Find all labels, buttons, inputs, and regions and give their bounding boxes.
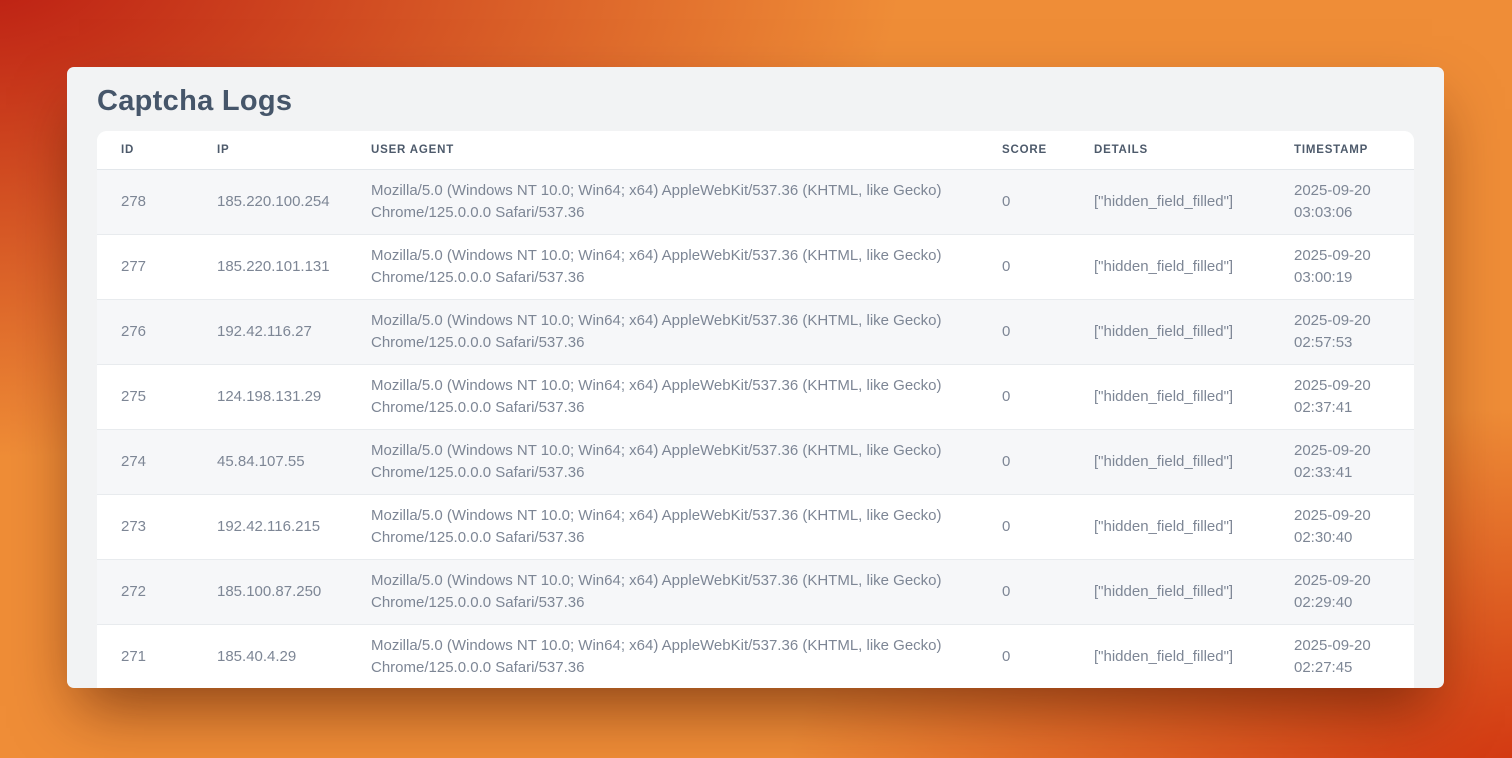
cell-score: 0 — [978, 494, 1070, 559]
table-row: 274 45.84.107.55 Mozilla/5.0 (Windows NT… — [97, 429, 1414, 494]
column-header-user-agent: USER AGENT — [347, 131, 978, 169]
column-header-details: DETAILS — [1070, 131, 1270, 169]
cell-id: 271 — [97, 624, 193, 688]
cell-timestamp: 2025-09-20 02:37:41 — [1270, 364, 1414, 429]
cell-ip: 185.220.100.254 — [193, 169, 347, 234]
cell-timestamp: 2025-09-20 03:00:19 — [1270, 234, 1414, 299]
desktop-background: { "page_title": "Captcha Logs", "colors"… — [0, 0, 1512, 758]
cell-user-agent: Mozilla/5.0 (Windows NT 10.0; Win64; x64… — [347, 559, 978, 624]
table-header: ID IP USER AGENT SCORE DETAILS TIMESTAMP — [97, 131, 1414, 169]
cell-user-agent: Mozilla/5.0 (Windows NT 10.0; Win64; x64… — [347, 299, 978, 364]
table-row: 278 185.220.100.254 Mozilla/5.0 (Windows… — [97, 169, 1414, 234]
table-header-row: ID IP USER AGENT SCORE DETAILS TIMESTAMP — [97, 131, 1414, 169]
table-row: 273 192.42.116.215 Mozilla/5.0 (Windows … — [97, 494, 1414, 559]
cell-id: 276 — [97, 299, 193, 364]
table-body: 278 185.220.100.254 Mozilla/5.0 (Windows… — [97, 169, 1414, 688]
page-title: Captcha Logs — [97, 81, 1414, 121]
cell-details: ["hidden_field_filled"] — [1070, 559, 1270, 624]
cell-ip: 192.42.116.27 — [193, 299, 347, 364]
cell-score: 0 — [978, 364, 1070, 429]
cell-user-agent: Mozilla/5.0 (Windows NT 10.0; Win64; x64… — [347, 429, 978, 494]
column-header-timestamp: TIMESTAMP — [1270, 131, 1414, 169]
table-row: 276 192.42.116.27 Mozilla/5.0 (Windows N… — [97, 299, 1414, 364]
cell-details: ["hidden_field_filled"] — [1070, 494, 1270, 559]
table-row: 277 185.220.101.131 Mozilla/5.0 (Windows… — [97, 234, 1414, 299]
cell-score: 0 — [978, 234, 1070, 299]
cell-timestamp: 2025-09-20 03:03:06 — [1270, 169, 1414, 234]
cell-score: 0 — [978, 299, 1070, 364]
cell-timestamp: 2025-09-20 02:27:45 — [1270, 624, 1414, 688]
cell-id: 278 — [97, 169, 193, 234]
cell-timestamp: 2025-09-20 02:29:40 — [1270, 559, 1414, 624]
column-header-score: SCORE — [978, 131, 1070, 169]
cell-score: 0 — [978, 559, 1070, 624]
cell-score: 0 — [978, 624, 1070, 688]
captcha-logs-card: Captcha Logs ID IP USER AGENT SCORE DETA… — [67, 67, 1444, 688]
column-header-ip: IP — [193, 131, 347, 169]
cell-user-agent: Mozilla/5.0 (Windows NT 10.0; Win64; x64… — [347, 364, 978, 429]
cell-details: ["hidden_field_filled"] — [1070, 299, 1270, 364]
cell-ip: 192.42.116.215 — [193, 494, 347, 559]
cell-user-agent: Mozilla/5.0 (Windows NT 10.0; Win64; x64… — [347, 169, 978, 234]
cell-user-agent: Mozilla/5.0 (Windows NT 10.0; Win64; x64… — [347, 234, 978, 299]
table-row: 275 124.198.131.29 Mozilla/5.0 (Windows … — [97, 364, 1414, 429]
cell-id: 273 — [97, 494, 193, 559]
cell-id: 272 — [97, 559, 193, 624]
cell-ip: 185.40.4.29 — [193, 624, 347, 688]
cell-ip: 185.100.87.250 — [193, 559, 347, 624]
cell-score: 0 — [978, 169, 1070, 234]
cell-id: 277 — [97, 234, 193, 299]
table-row: 272 185.100.87.250 Mozilla/5.0 (Windows … — [97, 559, 1414, 624]
cell-timestamp: 2025-09-20 02:33:41 — [1270, 429, 1414, 494]
cell-details: ["hidden_field_filled"] — [1070, 429, 1270, 494]
column-header-id: ID — [97, 131, 193, 169]
cell-ip: 185.220.101.131 — [193, 234, 347, 299]
cell-id: 274 — [97, 429, 193, 494]
cell-score: 0 — [978, 429, 1070, 494]
cell-user-agent: Mozilla/5.0 (Windows NT 10.0; Win64; x64… — [347, 494, 978, 559]
cell-timestamp: 2025-09-20 02:57:53 — [1270, 299, 1414, 364]
cell-user-agent: Mozilla/5.0 (Windows NT 10.0; Win64; x64… — [347, 624, 978, 688]
table-row: 271 185.40.4.29 Mozilla/5.0 (Windows NT … — [97, 624, 1414, 688]
cell-id: 275 — [97, 364, 193, 429]
cell-ip: 124.198.131.29 — [193, 364, 347, 429]
cell-details: ["hidden_field_filled"] — [1070, 234, 1270, 299]
cell-timestamp: 2025-09-20 02:30:40 — [1270, 494, 1414, 559]
cell-details: ["hidden_field_filled"] — [1070, 624, 1270, 688]
cell-ip: 45.84.107.55 — [193, 429, 347, 494]
cell-details: ["hidden_field_filled"] — [1070, 169, 1270, 234]
cell-details: ["hidden_field_filled"] — [1070, 364, 1270, 429]
captcha-logs-table: ID IP USER AGENT SCORE DETAILS TIMESTAMP… — [97, 131, 1414, 688]
